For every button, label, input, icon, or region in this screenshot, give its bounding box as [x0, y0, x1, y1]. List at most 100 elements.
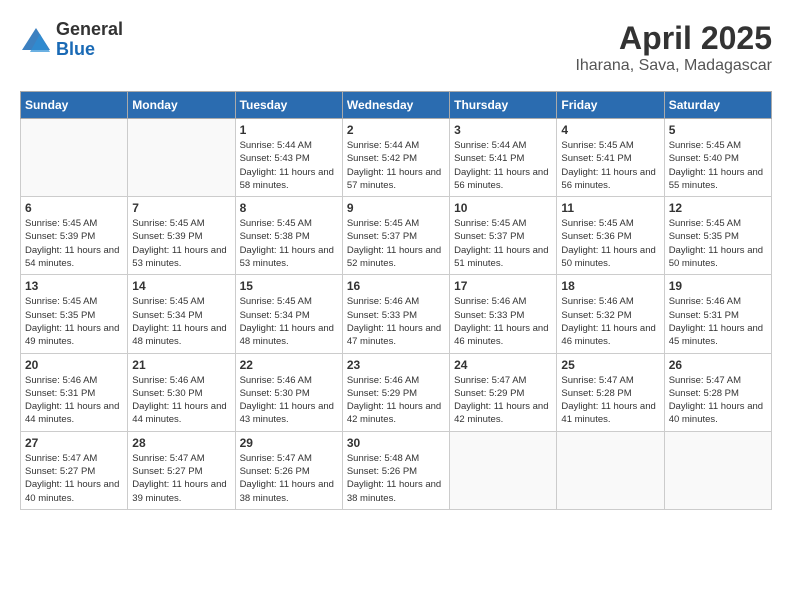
day-number: 24 — [454, 358, 552, 372]
day-number: 18 — [561, 279, 659, 293]
day-info: Sunrise: 5:45 AMSunset: 5:39 PMDaylight:… — [25, 217, 123, 270]
day-number: 10 — [454, 201, 552, 215]
calendar-cell — [128, 119, 235, 197]
day-info: Sunrise: 5:45 AMSunset: 5:35 PMDaylight:… — [25, 295, 123, 348]
calendar-cell: 23 Sunrise: 5:46 AMSunset: 5:29 PMDayligh… — [342, 353, 449, 431]
day-number: 22 — [240, 358, 338, 372]
day-info: Sunrise: 5:46 AMSunset: 5:29 PMDaylight:… — [347, 374, 445, 427]
calendar-cell: 6 Sunrise: 5:45 AMSunset: 5:39 PMDaylight… — [21, 197, 128, 275]
calendar-cell: 3 Sunrise: 5:44 AMSunset: 5:41 PMDaylight… — [450, 119, 557, 197]
day-info: Sunrise: 5:47 AMSunset: 5:28 PMDaylight:… — [669, 374, 767, 427]
weekday-header: Saturday — [664, 92, 771, 119]
day-number: 21 — [132, 358, 230, 372]
day-number: 16 — [347, 279, 445, 293]
logo-blue-label: Blue — [56, 40, 123, 60]
day-info: Sunrise: 5:46 AMSunset: 5:33 PMDaylight:… — [347, 295, 445, 348]
day-number: 30 — [347, 436, 445, 450]
day-info: Sunrise: 5:45 AMSunset: 5:41 PMDaylight:… — [561, 139, 659, 192]
calendar-cell: 28Sunrise: 5:47 AMSunset: 5:27 PMDayligh… — [128, 431, 235, 509]
day-info: Sunrise: 5:45 AMSunset: 5:40 PMDaylight:… — [669, 139, 767, 192]
weekday-header: Tuesday — [235, 92, 342, 119]
calendar-cell: 27 Sunrise: 5:47 AMSunset: 5:27 PMDayligh… — [21, 431, 128, 509]
calendar-week-row: 1 Sunrise: 5:44 AMSunset: 5:43 PMDaylight… — [21, 119, 772, 197]
day-number: 29 — [240, 436, 338, 450]
calendar-week-row: 13 Sunrise: 5:45 AMSunset: 5:35 PMDayligh… — [21, 275, 772, 353]
calendar-cell: 10 Sunrise: 5:45 AMSunset: 5:37 PMDayligh… — [450, 197, 557, 275]
day-info: Sunrise: 5:44 AMSunset: 5:43 PMDaylight:… — [240, 139, 338, 192]
day-number: 12 — [669, 201, 767, 215]
calendar-cell — [557, 431, 664, 509]
day-number: 7 — [132, 201, 230, 215]
calendar-week-row: 20 Sunrise: 5:46 AMSunset: 5:31 PMDayligh… — [21, 353, 772, 431]
calendar-cell: 30 Sunrise: 5:48 AMSunset: 5:26 PMDayligh… — [342, 431, 449, 509]
day-number: 2 — [347, 123, 445, 137]
day-number: 6 — [25, 201, 123, 215]
header: General Blue April 2025 Iharana, Sava, M… — [20, 20, 772, 75]
day-info: Sunrise: 5:45 AMSunset: 5:36 PMDaylight:… — [561, 217, 659, 270]
logo: General Blue — [20, 20, 123, 60]
logo-icon — [20, 26, 52, 54]
day-number: 11 — [561, 201, 659, 215]
calendar-cell: 4 Sunrise: 5:45 AMSunset: 5:41 PMDaylight… — [557, 119, 664, 197]
calendar-cell: 21Sunrise: 5:46 AMSunset: 5:30 PMDayligh… — [128, 353, 235, 431]
day-info: Sunrise: 5:45 AMSunset: 5:35 PMDaylight:… — [669, 217, 767, 270]
logo-general-label: General — [56, 20, 123, 40]
weekday-header: Sunday — [21, 92, 128, 119]
day-number: 3 — [454, 123, 552, 137]
calendar-cell: 7 Sunrise: 5:45 AMSunset: 5:39 PMDaylight… — [128, 197, 235, 275]
calendar-cell: 9Sunrise: 5:45 AMSunset: 5:37 PMDaylight… — [342, 197, 449, 275]
day-info: Sunrise: 5:44 AMSunset: 5:42 PMDaylight:… — [347, 139, 445, 192]
day-number: 26 — [669, 358, 767, 372]
calendar-cell: 2 Sunrise: 5:44 AMSunset: 5:42 PMDaylight… — [342, 119, 449, 197]
calendar-cell: 29 Sunrise: 5:47 AMSunset: 5:26 PMDayligh… — [235, 431, 342, 509]
day-number: 15 — [240, 279, 338, 293]
calendar: SundayMondayTuesdayWednesdayThursdayFrid… — [20, 91, 772, 510]
day-info: Sunrise: 5:45 AMSunset: 5:37 PMDaylight:… — [347, 217, 445, 270]
day-number: 8 — [240, 201, 338, 215]
day-number: 14 — [132, 279, 230, 293]
day-number: 20 — [25, 358, 123, 372]
calendar-cell: 22 Sunrise: 5:46 AMSunset: 5:30 PMDayligh… — [235, 353, 342, 431]
day-info: Sunrise: 5:47 AMSunset: 5:26 PMDaylight:… — [240, 452, 338, 505]
day-number: 13 — [25, 279, 123, 293]
day-number: 25 — [561, 358, 659, 372]
title-area: April 2025 Iharana, Sava, Madagascar — [575, 20, 772, 75]
day-number: 27 — [25, 436, 123, 450]
logo-text: General Blue — [56, 20, 123, 60]
day-number: 4 — [561, 123, 659, 137]
day-info: Sunrise: 5:45 AMSunset: 5:39 PMDaylight:… — [132, 217, 230, 270]
calendar-cell: 16 Sunrise: 5:46 AMSunset: 5:33 PMDayligh… — [342, 275, 449, 353]
day-info: Sunrise: 5:47 AMSunset: 5:28 PMDaylight:… — [561, 374, 659, 427]
calendar-cell: 18 Sunrise: 5:46 AMSunset: 5:32 PMDayligh… — [557, 275, 664, 353]
day-info: Sunrise: 5:46 AMSunset: 5:30 PMDaylight:… — [240, 374, 338, 427]
weekday-header: Monday — [128, 92, 235, 119]
calendar-header-row: SundayMondayTuesdayWednesdayThursdayFrid… — [21, 92, 772, 119]
day-info: Sunrise: 5:47 AMSunset: 5:29 PMDaylight:… — [454, 374, 552, 427]
day-info: Sunrise: 5:47 AMSunset: 5:27 PMDaylight:… — [132, 452, 230, 505]
calendar-cell: 8 Sunrise: 5:45 AMSunset: 5:38 PMDaylight… — [235, 197, 342, 275]
day-number: 17 — [454, 279, 552, 293]
day-info: Sunrise: 5:44 AMSunset: 5:41 PMDaylight:… — [454, 139, 552, 192]
day-info: Sunrise: 5:45 AMSunset: 5:37 PMDaylight:… — [454, 217, 552, 270]
weekday-header: Wednesday — [342, 92, 449, 119]
day-info: Sunrise: 5:48 AMSunset: 5:26 PMDaylight:… — [347, 452, 445, 505]
weekday-header: Friday — [557, 92, 664, 119]
day-number: 5 — [669, 123, 767, 137]
calendar-cell: 13 Sunrise: 5:45 AMSunset: 5:35 PMDayligh… — [21, 275, 128, 353]
day-info: Sunrise: 5:45 AMSunset: 5:38 PMDaylight:… — [240, 217, 338, 270]
day-info: Sunrise: 5:46 AMSunset: 5:31 PMDaylight:… — [669, 295, 767, 348]
day-number: 23 — [347, 358, 445, 372]
weekday-header: Thursday — [450, 92, 557, 119]
calendar-cell: 20 Sunrise: 5:46 AMSunset: 5:31 PMDayligh… — [21, 353, 128, 431]
calendar-cell — [450, 431, 557, 509]
calendar-cell: 5 Sunrise: 5:45 AMSunset: 5:40 PMDaylight… — [664, 119, 771, 197]
calendar-week-row: 6 Sunrise: 5:45 AMSunset: 5:39 PMDaylight… — [21, 197, 772, 275]
day-info: Sunrise: 5:47 AMSunset: 5:27 PMDaylight:… — [25, 452, 123, 505]
day-info: Sunrise: 5:45 AMSunset: 5:34 PMDaylight:… — [132, 295, 230, 348]
calendar-cell — [21, 119, 128, 197]
location-title: Iharana, Sava, Madagascar — [575, 57, 772, 75]
day-number: 1 — [240, 123, 338, 137]
calendar-cell: 12 Sunrise: 5:45 AMSunset: 5:35 PMDayligh… — [664, 197, 771, 275]
day-info: Sunrise: 5:46 AMSunset: 5:32 PMDaylight:… — [561, 295, 659, 348]
day-info: Sunrise: 5:46 AMSunset: 5:31 PMDaylight:… — [25, 374, 123, 427]
